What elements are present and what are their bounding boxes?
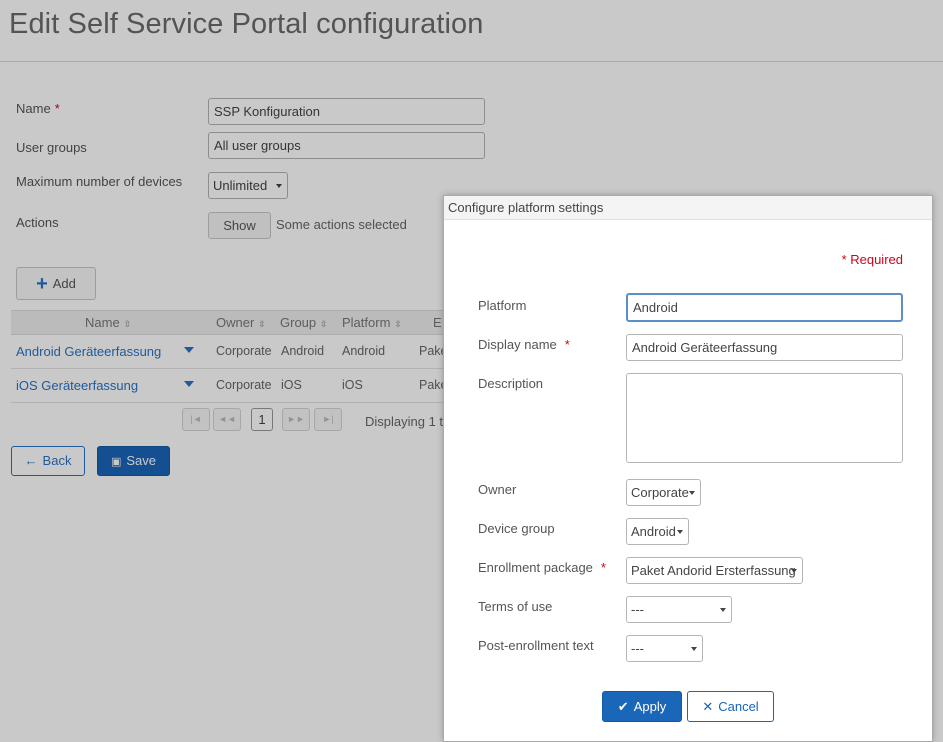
required-marker: * [600, 560, 606, 575]
enrollment-package-select[interactable]: Paket Andorid Ersterfassung [626, 557, 803, 584]
post-enrollment-select[interactable]: --- [626, 635, 703, 662]
chevron-down-icon [720, 608, 726, 612]
chevron-down-icon [691, 647, 697, 651]
description-label: Description [478, 376, 544, 391]
owner-label: Owner [478, 482, 517, 497]
terms-of-use-select-value: --- [631, 602, 644, 617]
required-note: * Required [841, 252, 903, 267]
device-group-select[interactable]: Android [626, 518, 689, 545]
chevron-down-icon [677, 530, 683, 534]
dialog-title: Configure platform settings [444, 196, 932, 220]
enrollment-package-label: Enrollment package * [478, 560, 606, 575]
platform-label: Platform [478, 298, 527, 313]
terms-of-use-select[interactable]: --- [626, 596, 732, 623]
close-icon: ✕ [702, 699, 714, 714]
chevron-down-icon [791, 569, 797, 573]
description-textarea[interactable] [626, 373, 903, 463]
cancel-button[interactable]: ✕ Cancel [687, 691, 774, 722]
terms-of-use-label: Terms of use [478, 599, 553, 614]
owner-select-value: Corporate [631, 485, 689, 500]
apply-button[interactable]: ✔ Apply [602, 691, 682, 722]
chevron-down-icon [689, 491, 695, 495]
cancel-button-label: Cancel [718, 699, 759, 714]
display-name-input[interactable]: Android Geräteerfassung [626, 334, 903, 361]
device-group-select-value: Android [631, 524, 676, 539]
enrollment-package-label-text: Enrollment package [478, 560, 593, 575]
device-group-label: Device group [478, 521, 555, 536]
configure-platform-dialog: Configure platform settings * Required P… [443, 195, 933, 742]
platform-input[interactable]: Android [626, 293, 903, 322]
post-enrollment-select-value: --- [631, 641, 644, 656]
enrollment-package-select-value: Paket Andorid Ersterfassung [631, 563, 796, 578]
display-name-label: Display name * [478, 337, 570, 352]
owner-select[interactable]: Corporate [626, 479, 701, 506]
required-marker: * [564, 337, 570, 352]
post-enrollment-label: Post-enrollment text [478, 638, 594, 653]
checkmark-icon: ✔ [617, 699, 629, 714]
apply-button-label: Apply [633, 699, 667, 714]
display-name-label-text: Display name [478, 337, 557, 352]
